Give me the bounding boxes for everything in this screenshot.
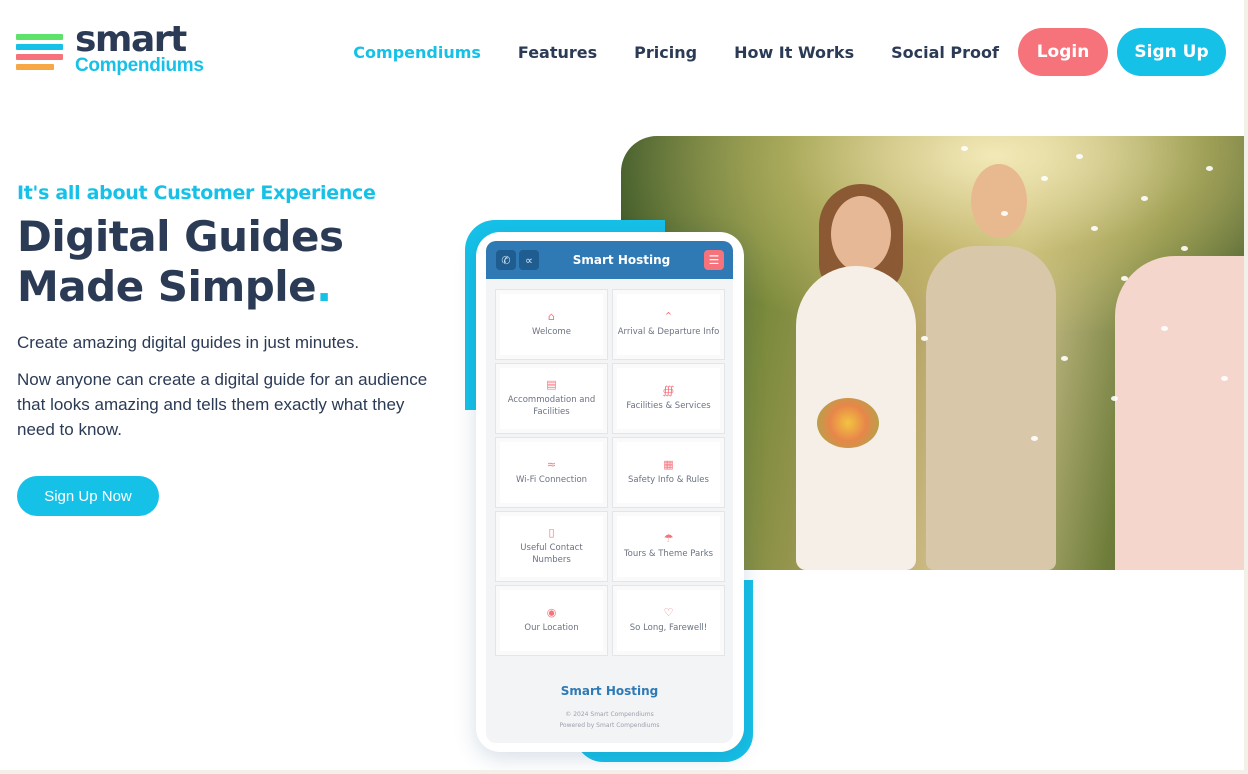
headline-line-1: Digital Guides [17, 212, 344, 261]
share-icon: ∝ [519, 250, 539, 270]
tile-welcome: ⌂ Welcome [495, 289, 608, 360]
phone-mockup: ✆ ∝ Smart Hosting ☰ ⌂ Welcome ⌃ Arrival … [476, 232, 744, 752]
tile-accommodation: ▤ Accommodation and Facilities [495, 363, 608, 434]
tile-label: Wi-Fi Connection [515, 475, 588, 485]
guide-tile-grid: ⌂ Welcome ⌃ Arrival & Departure Info ▤ A… [495, 289, 725, 656]
tile-label: Useful Contact Numbers [520, 543, 583, 565]
tile-label: Arrival & Departure Info [617, 327, 720, 337]
hero-paragraph-1: Create amazing digital guides in just mi… [17, 333, 360, 352]
hero-paragraph-2: Now anyone can create a digital guide fo… [17, 370, 428, 439]
heart-icon: ♡ [663, 606, 674, 619]
signup-now-button[interactable]: Sign Up Now [17, 476, 159, 516]
tile-label: Accommodation and Facilities [507, 395, 596, 417]
logo-subtitle: Compendiums [75, 55, 204, 76]
hero-tagline: It's all about Customer Experience [17, 182, 376, 204]
headline-line-2: Made Simple [17, 262, 317, 311]
headline-dot: . [316, 262, 332, 311]
house-outline-icon: ⌃ [663, 310, 674, 323]
tile-wifi: ≈ Wi-Fi Connection [495, 437, 608, 508]
phone-screen: ✆ ∝ Smart Hosting ☰ ⌂ Welcome ⌃ Arrival … [486, 241, 733, 743]
main-nav: Compendiums Features Pricing How It Work… [316, 28, 1226, 76]
app-header-bar: ✆ ∝ Smart Hosting ☰ [486, 241, 733, 279]
location-pin-icon: ◉ [546, 606, 557, 619]
tile-facilities-services: ∰ Facilities & Services [612, 363, 725, 434]
app-footer-powered-by: Powered by Smart Compendiums [559, 722, 660, 729]
nav-how-it-works[interactable]: How It Works [734, 43, 854, 62]
tile-label: Our Location [524, 623, 579, 633]
page-right-edge [1244, 0, 1248, 774]
login-button[interactable]: Login [1018, 28, 1108, 76]
tile-safety-rules: ▦ Safety Info & Rules [612, 437, 725, 508]
logo-bars-icon [16, 34, 63, 70]
wifi-icon: ≈ [546, 458, 557, 471]
app-title: Smart Hosting [572, 253, 671, 267]
tile-tours-theme-parks: ☂ Tours & Theme Parks [612, 511, 725, 582]
home-icon: ⌂ [548, 310, 555, 323]
app-footer-title: Smart Hosting [560, 684, 659, 698]
tile-farewell: ♡ So Long, Farewell! [612, 585, 725, 656]
tile-contact-numbers: ▯ Useful Contact Numbers [495, 511, 608, 582]
concierge-icon: ∰ [662, 384, 675, 397]
contact-phone-icon: ▯ [548, 526, 555, 539]
nav-pricing[interactable]: Pricing [634, 43, 697, 62]
tile-label: Facilities & Services [626, 401, 711, 411]
phone-icon: ✆ [496, 250, 516, 270]
menu-icon: ☰ [704, 250, 724, 270]
nav-features[interactable]: Features [518, 43, 597, 62]
brand-logo[interactable]: smart Compendiums [16, 22, 204, 76]
tile-our-location: ◉ Our Location [495, 585, 608, 656]
rules-icon: ▦ [663, 458, 674, 471]
hero-headline: Digital Guides Made Simple. [17, 212, 437, 312]
nav-compendiums[interactable]: Compendiums [353, 43, 481, 62]
site-header: smart Compendiums Compendiums Features P… [0, 0, 1248, 104]
app-footer-copyright: © 2024 Smart Compendiums [565, 711, 654, 718]
bed-icon: ▤ [546, 378, 557, 391]
signup-button[interactable]: Sign Up [1117, 28, 1226, 76]
tile-label: So Long, Farewell! [629, 623, 708, 633]
tile-label: Safety Info & Rules [628, 475, 709, 485]
tile-label: Tours & Theme Parks [623, 549, 714, 559]
nav-social-proof[interactable]: Social Proof [891, 43, 999, 62]
tile-arrival-departure: ⌃ Arrival & Departure Info [612, 289, 725, 360]
tile-label: Welcome [532, 327, 571, 337]
page-bottom-edge [0, 770, 1248, 774]
hero-section: It's all about Customer Experience Digit… [17, 182, 437, 516]
umbrella-icon: ☂ [663, 532, 674, 545]
logo-word: smart [75, 19, 187, 60]
